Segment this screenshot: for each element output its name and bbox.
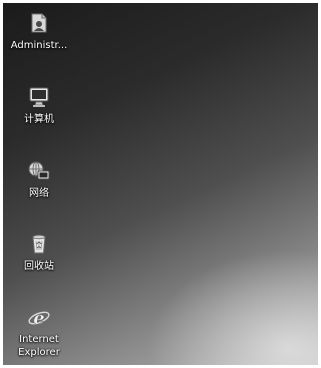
internet-explorer-icon: e bbox=[28, 308, 50, 329]
desktop-icon-label: 计算机 bbox=[24, 114, 54, 125]
network-icon bbox=[28, 161, 50, 180]
desktop-icon-label: Administr... bbox=[10, 40, 68, 51]
desktop-icon-network[interactable]: 网络 bbox=[3, 159, 75, 200]
desktop-icon-internet-explorer[interactable]: e Internet Explorer bbox=[3, 305, 75, 359]
user-folder-icon bbox=[31, 13, 47, 33]
desktop-icon-user-folder[interactable]: Administr... bbox=[3, 11, 75, 52]
svg-text:e: e bbox=[33, 308, 44, 329]
computer-icon bbox=[29, 87, 49, 107]
desktop-icon-label: 网络 bbox=[29, 188, 49, 199]
desktop[interactable]: Administr... 计算机 网络 回收站 e Internet Explo… bbox=[3, 3, 318, 365]
desktop-icon-computer[interactable]: 计算机 bbox=[3, 85, 75, 126]
recycle-bin-icon bbox=[32, 234, 46, 254]
desktop-icon-label: Internet Explorer bbox=[18, 334, 60, 358]
desktop-icon-label: 回收站 bbox=[24, 261, 54, 272]
desktop-icon-recycle-bin[interactable]: 回收站 bbox=[3, 232, 75, 273]
